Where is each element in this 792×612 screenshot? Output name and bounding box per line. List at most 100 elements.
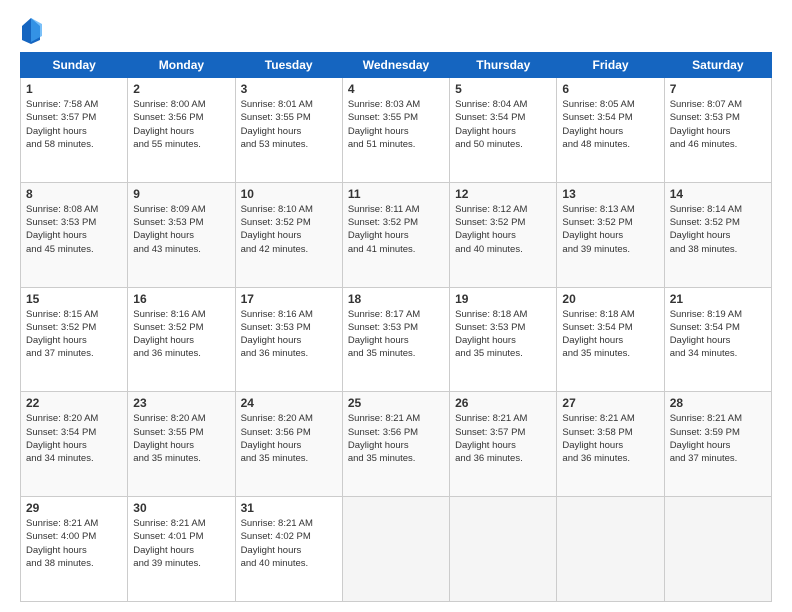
week-row-2: 8 Sunrise: 8:08 AMSunset: 3:53 PMDaylight… [21, 182, 772, 287]
empty-cell [342, 497, 449, 602]
day-number: 2 [133, 82, 229, 96]
day-cell-11: 11 Sunrise: 8:11 AMSunset: 3:52 PMDayligh… [342, 182, 449, 287]
col-tuesday: Tuesday [235, 53, 342, 78]
day-number: 13 [562, 187, 658, 201]
day-number: 29 [26, 501, 122, 515]
day-cell-20: 20 Sunrise: 8:18 AMSunset: 3:54 PMDayligh… [557, 287, 664, 392]
empty-cell [450, 497, 557, 602]
logo-area [20, 16, 44, 44]
header-row: Sunday Monday Tuesday Wednesday Thursday… [21, 53, 772, 78]
day-number: 21 [670, 292, 766, 306]
day-number: 3 [241, 82, 337, 96]
day-info: Sunrise: 8:16 AMSunset: 3:53 PMDaylight … [241, 308, 337, 361]
day-cell-23: 23Sunrise: 8:20 AMSunset: 3:55 PMDayligh… [128, 392, 235, 497]
day-info: Sunrise: 8:16 AMSunset: 3:52 PMDaylight … [133, 308, 229, 361]
day-cell-19: 19 Sunrise: 8:18 AMSunset: 3:53 PMDayligh… [450, 287, 557, 392]
day-info: Sunrise: 8:21 AMSunset: 4:02 PMDaylight … [241, 517, 337, 570]
day-cell-21: 21 Sunrise: 8:19 AMSunset: 3:54 PMDayligh… [664, 287, 771, 392]
day-number: 4 [348, 82, 444, 96]
day-number: 11 [348, 187, 444, 201]
page: Sunday Monday Tuesday Wednesday Thursday… [0, 0, 792, 612]
day-number: 20 [562, 292, 658, 306]
day-number: 12 [455, 187, 551, 201]
day-info: Sunrise: 8:21 AMSunset: 3:57 PMDaylight … [455, 412, 551, 465]
day-info: Sunrise: 8:21 AMSunset: 3:56 PMDaylight … [348, 412, 444, 465]
col-friday: Friday [557, 53, 664, 78]
logo-icon [20, 16, 42, 44]
day-number: 14 [670, 187, 766, 201]
day-number: 27 [562, 396, 658, 410]
day-info: Sunrise: 8:12 AMSunset: 3:52 PMDaylight … [455, 203, 551, 256]
day-number: 8 [26, 187, 122, 201]
day-number: 31 [241, 501, 337, 515]
day-cell-2: 2 Sunrise: 8:00 AMSunset: 3:56 PMDaylight… [128, 78, 235, 183]
day-cell-9: 9Sunrise: 8:09 AMSunset: 3:53 PMDaylight… [128, 182, 235, 287]
day-cell-14: 14 Sunrise: 8:14 AMSunset: 3:52 PMDayligh… [664, 182, 771, 287]
day-cell-5: 5 Sunrise: 8:04 AMSunset: 3:54 PMDaylight… [450, 78, 557, 183]
day-info: Sunrise: 8:20 AMSunset: 3:55 PMDaylight … [133, 412, 229, 465]
empty-cell [557, 497, 664, 602]
day-cell-8: 8 Sunrise: 8:08 AMSunset: 3:53 PMDaylight… [21, 182, 128, 287]
day-number: 5 [455, 82, 551, 96]
day-info: Sunrise: 8:04 AMSunset: 3:54 PMDaylight … [455, 98, 551, 151]
day-cell-15: 15Sunrise: 8:15 AMSunset: 3:52 PMDayligh… [21, 287, 128, 392]
day-number: 19 [455, 292, 551, 306]
day-cell-6: 6Sunrise: 8:05 AMSunset: 3:54 PMDaylight… [557, 78, 664, 183]
day-cell-31: 31 Sunrise: 8:21 AMSunset: 4:02 PMDayligh… [235, 497, 342, 602]
day-cell-28: 28Sunrise: 8:21 AMSunset: 3:59 PMDayligh… [664, 392, 771, 497]
day-number: 25 [348, 396, 444, 410]
day-info: Sunrise: 8:20 AMSunset: 3:54 PMDaylight … [26, 412, 122, 465]
day-number: 18 [348, 292, 444, 306]
day-number: 1 [26, 82, 122, 96]
day-cell-18: 18Sunrise: 8:17 AMSunset: 3:53 PMDayligh… [342, 287, 449, 392]
day-cell-4: 4 Sunrise: 8:03 AMSunset: 3:55 PMDaylight… [342, 78, 449, 183]
day-cell-26: 26 Sunrise: 8:21 AMSunset: 3:57 PMDayligh… [450, 392, 557, 497]
day-cell-16: 16 Sunrise: 8:16 AMSunset: 3:52 PMDayligh… [128, 287, 235, 392]
day-info: Sunrise: 8:19 AMSunset: 3:54 PMDaylight … [670, 308, 766, 361]
day-number: 24 [241, 396, 337, 410]
week-row-3: 15Sunrise: 8:15 AMSunset: 3:52 PMDayligh… [21, 287, 772, 392]
col-wednesday: Wednesday [342, 53, 449, 78]
day-number: 9 [133, 187, 229, 201]
week-row-1: 1 Sunrise: 7:58 AMSunset: 3:57 PMDaylight… [21, 78, 772, 183]
header [20, 16, 772, 44]
day-info: Sunrise: 8:08 AMSunset: 3:53 PMDaylight … [26, 203, 122, 256]
day-number: 16 [133, 292, 229, 306]
day-number: 22 [26, 396, 122, 410]
day-info: Sunrise: 8:13 AMSunset: 3:52 PMDaylight … [562, 203, 658, 256]
week-row-5: 29Sunrise: 8:21 AMSunset: 4:00 PMDayligh… [21, 497, 772, 602]
day-cell-3: 3Sunrise: 8:01 AMSunset: 3:55 PMDaylight… [235, 78, 342, 183]
col-thursday: Thursday [450, 53, 557, 78]
day-info: Sunrise: 8:14 AMSunset: 3:52 PMDaylight … [670, 203, 766, 256]
day-cell-27: 27 Sunrise: 8:21 AMSunset: 3:58 PMDayligh… [557, 392, 664, 497]
day-info: Sunrise: 8:03 AMSunset: 3:55 PMDaylight … [348, 98, 444, 151]
day-cell-7: 7 Sunrise: 8:07 AMSunset: 3:53 PMDaylight… [664, 78, 771, 183]
day-number: 10 [241, 187, 337, 201]
day-cell-12: 12 Sunrise: 8:12 AMSunset: 3:52 PMDayligh… [450, 182, 557, 287]
calendar-body: 1 Sunrise: 7:58 AMSunset: 3:57 PMDaylight… [21, 78, 772, 602]
day-info: Sunrise: 8:10 AMSunset: 3:52 PMDaylight … [241, 203, 337, 256]
col-monday: Monday [128, 53, 235, 78]
day-info: Sunrise: 8:11 AMSunset: 3:52 PMDaylight … [348, 203, 444, 256]
day-number: 26 [455, 396, 551, 410]
day-cell-10: 10 Sunrise: 8:10 AMSunset: 3:52 PMDayligh… [235, 182, 342, 287]
day-info: Sunrise: 7:58 AMSunset: 3:57 PMDaylight … [26, 98, 122, 151]
day-info: Sunrise: 8:21 AMSunset: 3:58 PMDaylight … [562, 412, 658, 465]
week-row-4: 22 Sunrise: 8:20 AMSunset: 3:54 PMDayligh… [21, 392, 772, 497]
day-info: Sunrise: 8:20 AMSunset: 3:56 PMDaylight … [241, 412, 337, 465]
day-cell-30: 30Sunrise: 8:21 AMSunset: 4:01 PMDayligh… [128, 497, 235, 602]
day-cell-22: 22 Sunrise: 8:20 AMSunset: 3:54 PMDayligh… [21, 392, 128, 497]
day-info: Sunrise: 8:15 AMSunset: 3:52 PMDaylight … [26, 308, 122, 361]
day-number: 17 [241, 292, 337, 306]
day-info: Sunrise: 8:00 AMSunset: 3:56 PMDaylight … [133, 98, 229, 151]
day-cell-24: 24 Sunrise: 8:20 AMSunset: 3:56 PMDayligh… [235, 392, 342, 497]
day-info: Sunrise: 8:21 AMSunset: 4:01 PMDaylight … [133, 517, 229, 570]
col-sunday: Sunday [21, 53, 128, 78]
day-info: Sunrise: 8:07 AMSunset: 3:53 PMDaylight … [670, 98, 766, 151]
day-number: 7 [670, 82, 766, 96]
col-saturday: Saturday [664, 53, 771, 78]
day-info: Sunrise: 8:18 AMSunset: 3:54 PMDaylight … [562, 308, 658, 361]
day-info: Sunrise: 8:18 AMSunset: 3:53 PMDaylight … [455, 308, 551, 361]
day-cell-25: 25 Sunrise: 8:21 AMSunset: 3:56 PMDayligh… [342, 392, 449, 497]
day-info: Sunrise: 8:21 AMSunset: 3:59 PMDaylight … [670, 412, 766, 465]
